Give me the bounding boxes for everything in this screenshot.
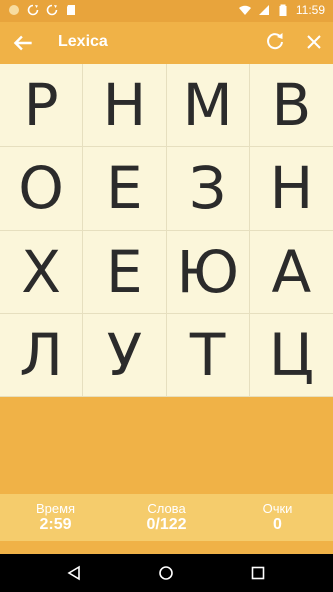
- app-bar: Lexica: [0, 22, 333, 64]
- nav-back-icon[interactable]: [66, 565, 82, 581]
- cellular-icon: [258, 5, 269, 15]
- sync-icon: [46, 4, 58, 16]
- refresh-icon[interactable]: [263, 30, 287, 54]
- time-value: 2:59: [39, 516, 72, 533]
- letter-tile[interactable]: Е: [83, 230, 167, 314]
- stats-bar: Время 2:59 Слова 0/122 Очки 0: [0, 494, 333, 541]
- word-area: [0, 397, 333, 494]
- letter-tile[interactable]: Л: [0, 313, 84, 397]
- nav-home-icon[interactable]: [158, 565, 174, 581]
- letter-tile[interactable]: Н: [83, 64, 167, 148]
- letter-tile[interactable]: Н: [249, 147, 333, 231]
- navigation-bar: [0, 554, 333, 592]
- score-stat: Очки 0: [222, 501, 333, 534]
- close-icon[interactable]: [302, 30, 326, 54]
- score-value: 0: [273, 516, 282, 533]
- letter-tile[interactable]: У: [83, 313, 167, 397]
- score-label: Очки: [262, 501, 293, 516]
- clock: 11:59: [295, 3, 325, 17]
- time-label: Время: [35, 501, 76, 516]
- letter-tile[interactable]: Е: [83, 147, 167, 231]
- words-label: Слова: [147, 501, 186, 516]
- sd-card-icon: [67, 5, 75, 15]
- sync-icon: [27, 4, 39, 16]
- time-stat: Время 2:59: [0, 501, 111, 534]
- letter-tile[interactable]: З: [166, 147, 250, 231]
- app-title: Lexica: [58, 33, 108, 50]
- letter-tile[interactable]: Ю: [166, 230, 250, 314]
- letter-tile[interactable]: Т: [166, 313, 250, 397]
- letter-tile[interactable]: А: [249, 231, 333, 314]
- letter-tile[interactable]: Ц: [249, 314, 333, 397]
- back-arrow-icon[interactable]: [10, 30, 36, 56]
- letter-tile[interactable]: Х: [0, 230, 84, 314]
- letter-tile[interactable]: Р: [0, 64, 84, 148]
- battery-icon: [279, 4, 287, 16]
- letter-board: Р Н М В О Е З Н Х Е Ю А Л У Т Ц: [0, 64, 333, 397]
- letter-tile[interactable]: В: [249, 64, 333, 148]
- wifi-icon: [238, 5, 251, 15]
- letter-tile[interactable]: О: [0, 147, 84, 231]
- bottom-spacer: [0, 541, 333, 554]
- words-value: 0/122: [146, 516, 187, 533]
- circle-icon: [9, 5, 19, 15]
- words-stat: Слова 0/122: [111, 501, 222, 534]
- letter-tile[interactable]: М: [166, 64, 250, 148]
- status-bar: 11:59: [0, 0, 333, 22]
- nav-recent-icon[interactable]: [250, 565, 266, 581]
